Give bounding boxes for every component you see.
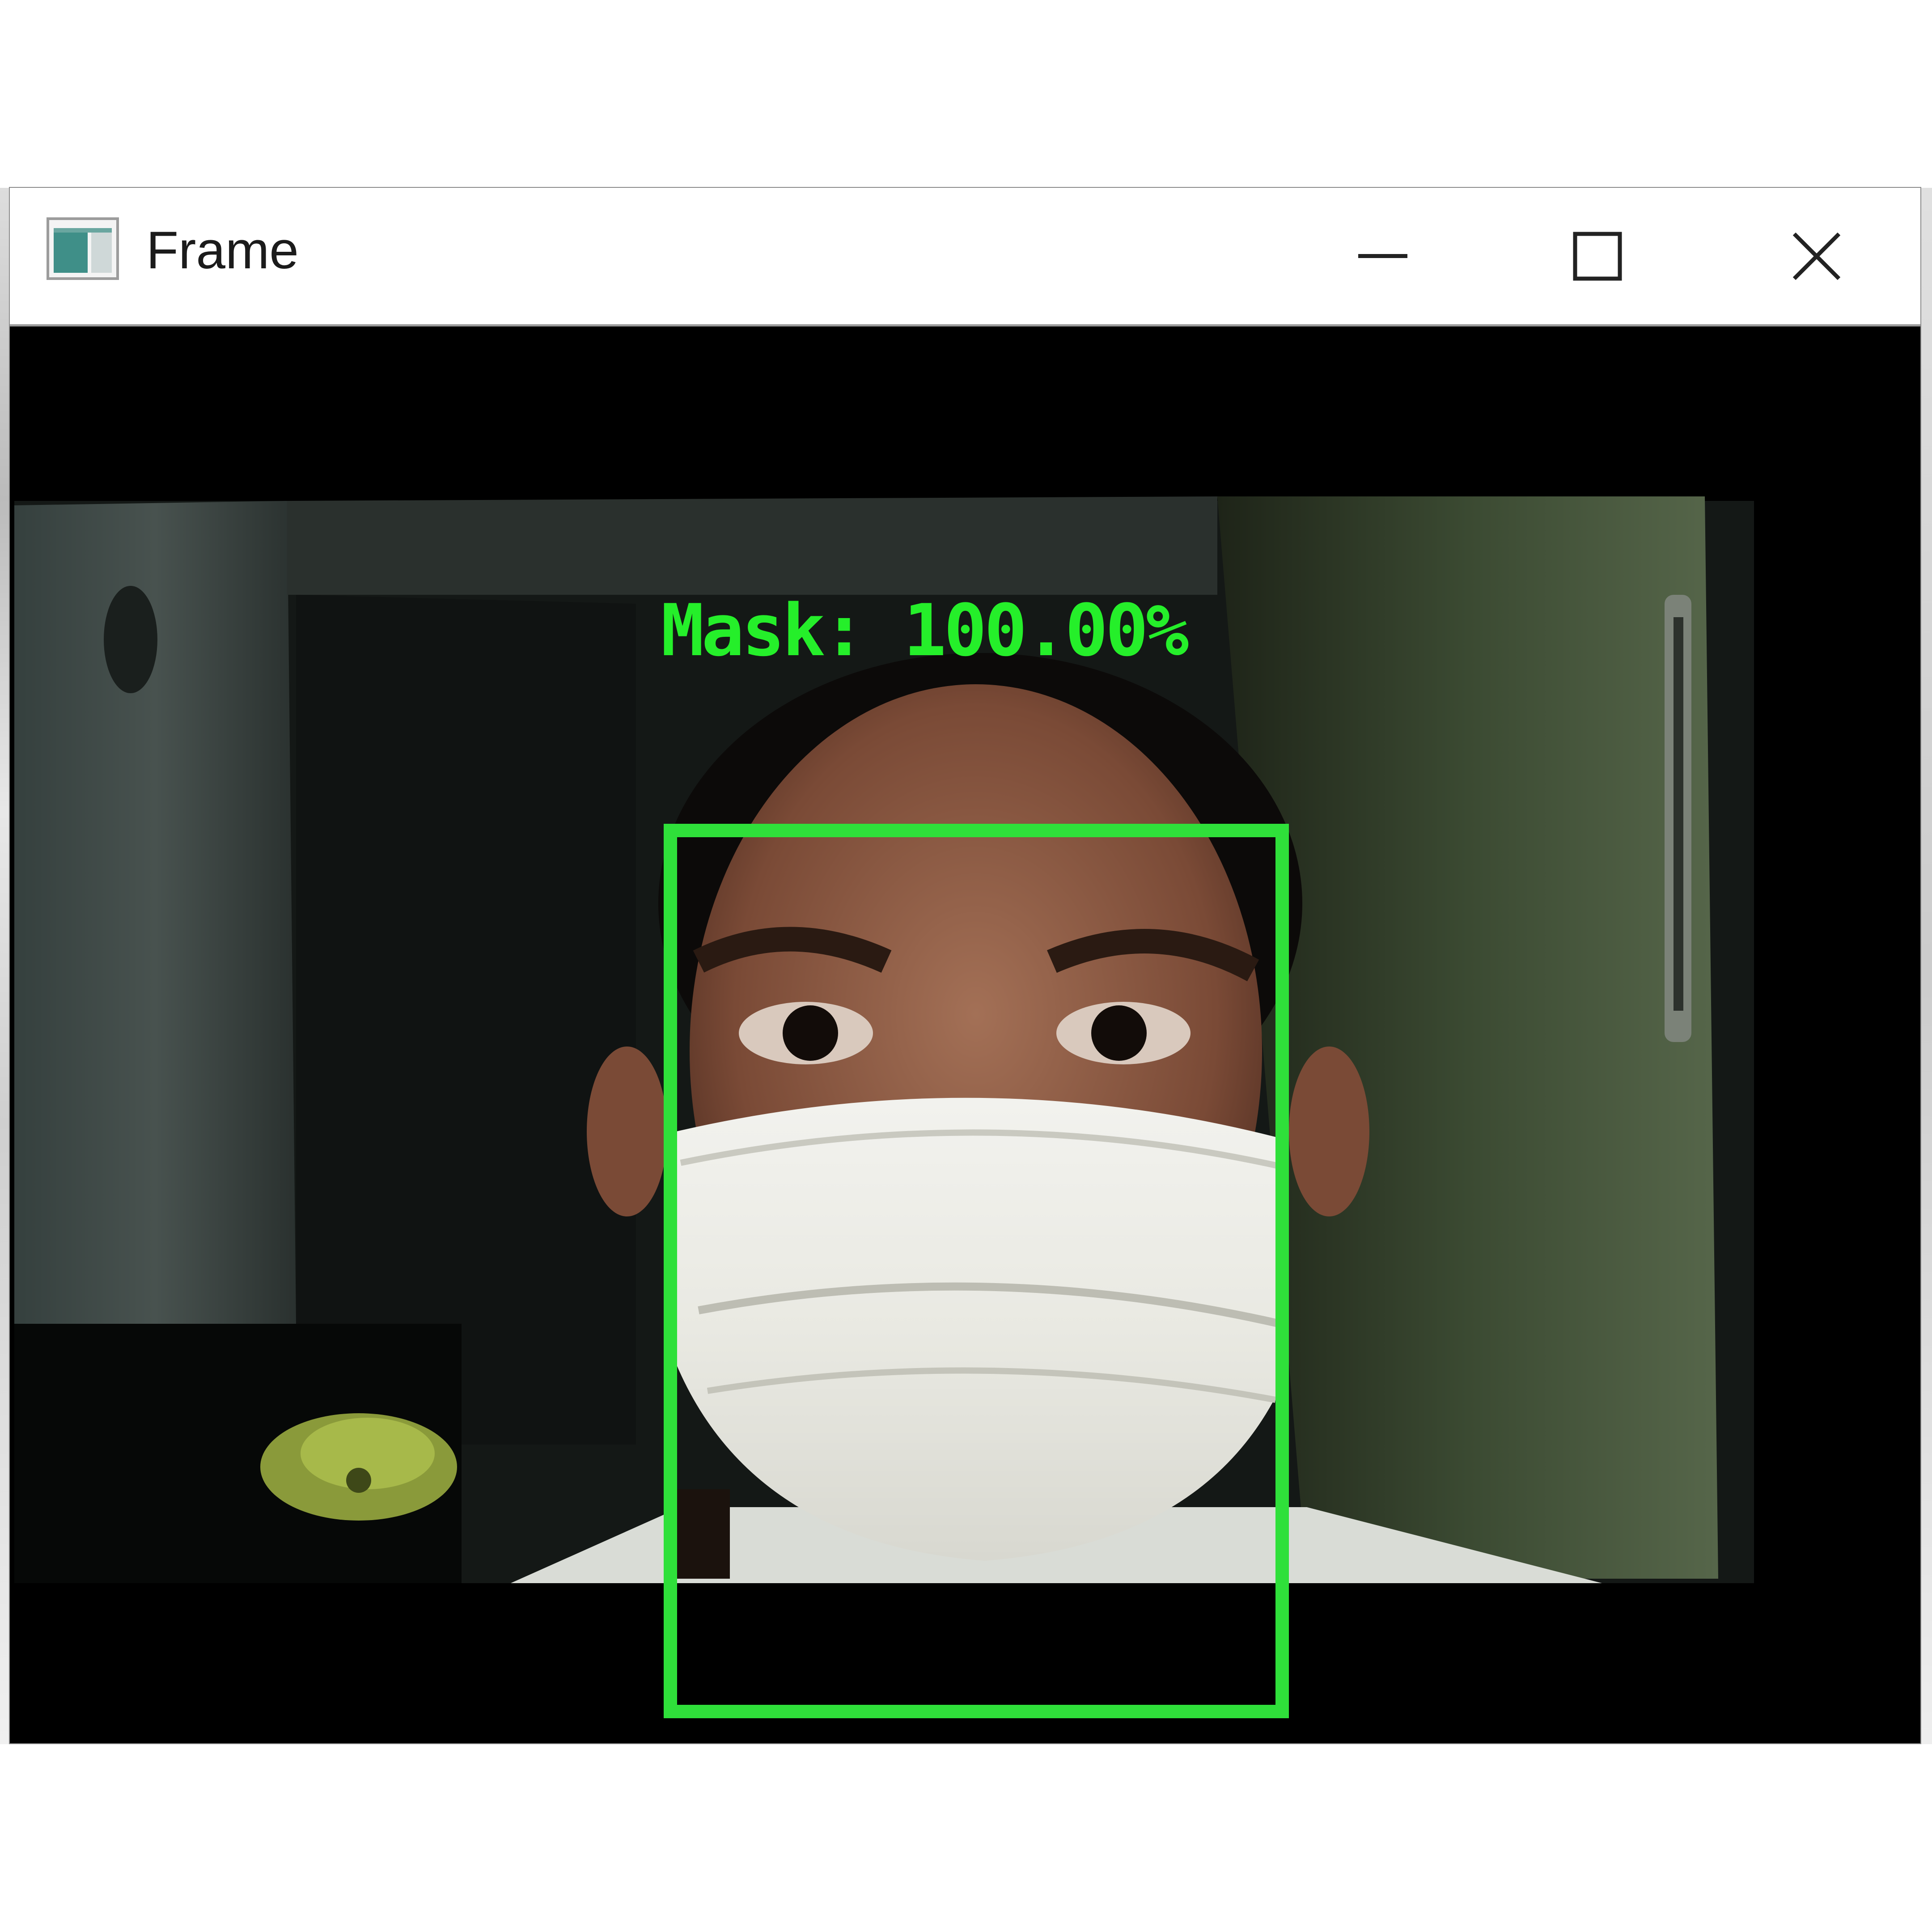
maximize-button[interactable] [1499, 188, 1696, 324]
close-icon [1792, 232, 1841, 280]
face-detection-box [664, 824, 1289, 1718]
detection-label: Mask: 100.00% [661, 589, 1189, 672]
close-button[interactable] [1718, 188, 1915, 324]
background-window-edge-right [1920, 188, 1932, 1744]
background-window-edge-left [0, 188, 10, 1744]
frame-window: Frame Mask: 100.00% [10, 188, 1920, 1743]
minimize-icon [1358, 254, 1407, 258]
window-title: Frame [146, 221, 299, 280]
camera-feed: Mask: 100.00% [10, 326, 1920, 1743]
title-bar[interactable]: Frame [10, 188, 1920, 326]
minimize-button[interactable] [1284, 188, 1481, 324]
maximize-icon [1573, 232, 1622, 280]
app-window-icon [47, 217, 119, 280]
